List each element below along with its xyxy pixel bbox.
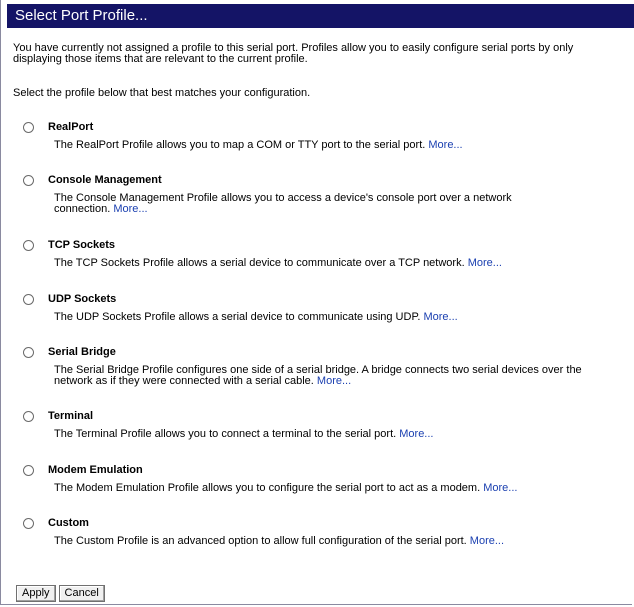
- page-title: Select Port Profile...: [7, 4, 634, 28]
- option-description: The Modem Emulation Profile allows you t…: [54, 483, 634, 494]
- option-desc-text: The Custom Profile is an advanced option…: [54, 535, 467, 547]
- radio-modem-emulation[interactable]: [23, 465, 34, 476]
- option-title: Serial Bridge: [48, 346, 116, 358]
- option-title: Terminal: [48, 410, 94, 422]
- option-desc-text: The UDP Sockets Profile allows a serial …: [54, 311, 421, 323]
- intro-text: You have currently not assigned a profil…: [13, 43, 633, 65]
- option-description: The Console Management Profile allows yo…: [54, 193, 634, 215]
- select-instruction: Select the profile below that best match…: [13, 87, 311, 99]
- radio-terminal[interactable]: [23, 411, 34, 422]
- option-title: RealPort: [48, 121, 94, 133]
- option-desc-text: The Terminal Profile allows you to conne…: [54, 428, 397, 440]
- option-description: The Serial Bridge Profile configures one…: [54, 365, 634, 387]
- radio-serial-bridge[interactable]: [23, 347, 34, 358]
- more-link-realport[interactable]: More...: [428, 139, 462, 151]
- option-description: The UDP Sockets Profile allows a serial …: [54, 312, 634, 323]
- port-profile-panel: Select Port Profile... You have currentl…: [0, 0, 634, 605]
- option-desc-text: connection.: [54, 203, 111, 215]
- option-description: The Custom Profile is an advanced option…: [54, 536, 634, 547]
- option-title: Modem Emulation: [48, 464, 143, 476]
- more-link-console-management[interactable]: More...: [113, 203, 147, 215]
- option-desc-text: The TCP Sockets Profile allows a serial …: [54, 257, 465, 269]
- more-link-custom[interactable]: More...: [470, 535, 504, 547]
- more-link-terminal[interactable]: More...: [399, 428, 433, 440]
- more-link-modem-emulation[interactable]: More...: [483, 482, 517, 494]
- button-bar: Apply Cancel: [16, 583, 108, 602]
- option-desc-text: The RealPort Profile allows you to map a…: [54, 139, 426, 151]
- option-title: TCP Sockets: [48, 239, 116, 251]
- apply-button[interactable]: Apply: [16, 585, 56, 602]
- cancel-button[interactable]: Cancel: [58, 585, 105, 602]
- option-title: Console Management: [48, 174, 162, 186]
- option-description: The Terminal Profile allows you to conne…: [54, 429, 634, 440]
- option-description: The TCP Sockets Profile allows a serial …: [54, 258, 634, 269]
- option-title: Custom: [48, 517, 89, 529]
- radio-tcp-sockets[interactable]: [23, 240, 34, 251]
- radio-udp-sockets[interactable]: [23, 294, 34, 305]
- more-link-serial-bridge[interactable]: More...: [317, 375, 351, 387]
- option-title: UDP Sockets: [48, 293, 117, 305]
- radio-custom[interactable]: [23, 518, 34, 529]
- intro-line-2: displaying those items that are relevant…: [13, 53, 308, 65]
- option-description: The RealPort Profile allows you to map a…: [54, 140, 634, 151]
- radio-realport[interactable]: [23, 122, 34, 133]
- more-link-udp-sockets[interactable]: More...: [423, 311, 457, 323]
- radio-console-management[interactable]: [23, 175, 34, 186]
- option-desc-text: The Modem Emulation Profile allows you t…: [54, 482, 481, 494]
- more-link-tcp-sockets[interactable]: More...: [468, 257, 502, 269]
- option-desc-text: network as if they were connected with a…: [54, 375, 314, 387]
